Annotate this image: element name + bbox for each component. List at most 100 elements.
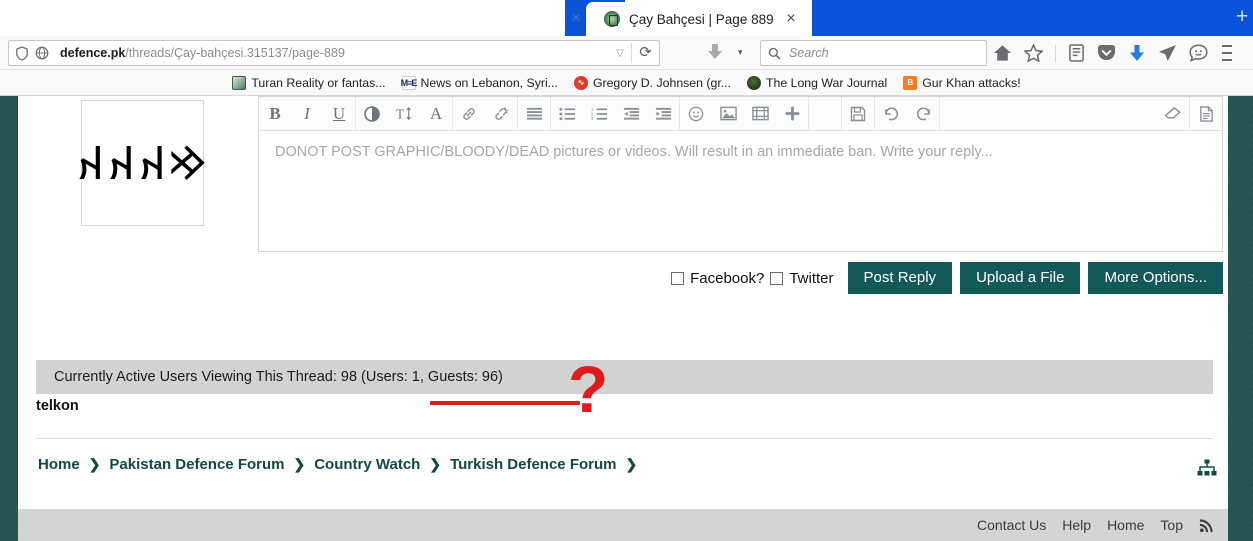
partial-tab-close-icon[interactable]: × [571,9,581,26]
footer-link-contact-us[interactable]: Contact Us [977,517,1046,533]
save-draft-icon[interactable] [842,97,874,131]
url-path: /threads/Çay-bahçesi.315137/page-889 [125,46,345,60]
underline-icon[interactable]: U [323,97,355,131]
smiley-icon[interactable] [680,97,712,131]
chevron-right-icon: ❯ [625,456,638,472]
insert-video-icon[interactable] [744,97,776,131]
outdent-icon[interactable] [615,97,647,131]
checkbox-box[interactable] [770,271,784,285]
bullet-list-icon[interactable] [551,97,583,131]
editor-group-gap [809,96,842,131]
reply-actions-row: Facebook? Twitter Post Reply Upload a Fi… [258,262,1223,294]
sitemap-icon[interactable] [1197,459,1217,482]
insert-image-icon[interactable] [712,97,744,131]
font-family-icon[interactable]: A [420,97,452,131]
bookmarks-bar: Turan Reality or fantas... M≡E News on L… [0,70,1253,96]
breadcrumb: Home ❯ Pakistan Defence Forum ❯ Country … [38,456,637,473]
editor-toolbar-spacer [940,97,1157,131]
bookmark-item[interactable]: M≡E News on Lebanon, Syri... [401,75,558,90]
pocket-icon[interactable] [1097,44,1116,62]
editor-group-draft [842,96,875,131]
chevron-right-icon: ❯ [88,456,101,472]
chevron-right-icon: ❯ [293,456,306,472]
rss-icon[interactable] [1199,518,1214,533]
draft-icon[interactable] [1190,97,1222,131]
insert-link-icon[interactable] [453,97,485,131]
checkbox-box[interactable] [671,271,685,285]
bookmark-label: The Long War Journal [766,75,888,90]
chevron-down-icon[interactable]: ▽ [609,48,631,59]
annotation-question-mark: ? [568,352,609,426]
twitter-label: Twitter [789,269,834,287]
breadcrumb-item-pakistan-defence-forum[interactable]: Pakistan Defence Forum [109,456,284,473]
facebook-share-checkbox[interactable]: Facebook? [671,270,764,287]
downloads-icon[interactable] [1128,44,1146,63]
search-bar[interactable]: Search [760,40,987,66]
bookmark-item[interactable]: The Long War Journal [747,75,888,90]
undo-icon[interactable] [875,97,907,131]
close-icon[interactable]: × [782,10,800,28]
new-tab-button[interactable]: + [1236,6,1253,27]
unlink-icon[interactable] [485,97,517,131]
active-users-bar: Currently Active Users Viewing This Thre… [36,360,1213,394]
menu-icon[interactable] [1220,44,1234,62]
downloads-arrow-icon[interactable] [706,42,724,67]
shield-icon[interactable] [15,45,29,61]
twitter-share-checkbox[interactable]: Twitter [770,269,834,287]
bookmark-item[interactable]: B Gur Khan attacks! [903,75,1021,90]
editor-toolbar: B I U T A 1 2 3 [259,96,1222,131]
home-icon[interactable] [993,44,1012,62]
bookmark-label: Gur Khan attacks! [922,75,1021,90]
italic-icon[interactable]: I [291,97,323,131]
font-size-icon[interactable]: T [388,97,420,131]
send-tab-icon[interactable] [1158,44,1177,62]
bookmark-label: Turan Reality or fantas... [251,75,386,90]
more-options-button[interactable]: More Options... [1088,262,1223,294]
browser-tab-active[interactable]: Çay Bahçesi | Page 889 × [586,2,812,36]
footer-link-help[interactable]: Help [1062,517,1091,533]
editor-group-lists: 123 [551,96,680,131]
editor-group-align [518,96,551,131]
page-footer: Contact Us Help Home Top [18,509,1228,541]
svg-text:T: T [396,106,404,121]
breadcrumb-item-turkish-defence-forum[interactable]: Turkish Defence Forum [450,456,616,473]
text-color-icon[interactable] [356,97,388,131]
footer-link-top[interactable]: Top [1160,517,1183,533]
library-icon[interactable] [1068,44,1085,62]
toolbar-separator [1055,44,1056,62]
indent-icon[interactable] [647,97,679,131]
align-left-icon[interactable] [518,97,550,131]
active-user-list[interactable]: telkon [36,398,79,414]
bold-icon[interactable]: B [259,97,291,131]
editor-group-preview [1190,97,1222,131]
red-circle-icon: ∿ [573,75,588,90]
active-users-summary: Currently Active Users Viewing This Thre… [54,369,503,385]
smiley-feedback-icon[interactable] [1189,44,1208,62]
numbered-list-icon[interactable]: 123 [583,97,615,131]
upload-file-button[interactable]: Upload a File [960,262,1081,294]
globe-info-icon[interactable] [35,46,49,60]
post-reply-button[interactable]: Post Reply [847,262,953,294]
reply-textarea[interactable]: DONOT POST GRAPHIC/BLOODY/DEAD pictures … [259,131,1222,251]
downloads-caret-icon[interactable]: ▾ [738,47,743,58]
search-input[interactable]: Search [789,46,829,60]
bookmark-item[interactable]: ∿ Gregory D. Johnsen (gr... [573,75,731,90]
bookmark-star-icon[interactable] [1024,44,1043,62]
more-media-icon[interactable] [776,97,808,131]
url-text[interactable]: defence.pk/threads/Çay-bahçesi.315137/pa… [60,46,609,60]
url-bar[interactable]: defence.pk/threads/Çay-bahçesi.315137/pa… [8,40,660,66]
editor-group-link [453,96,518,131]
reply-editor[interactable]: B I U T A 1 2 3 DONOT POST GRAPHIC/BLOOD… [258,96,1223,252]
redo-icon[interactable] [907,97,939,131]
footer-link-home[interactable]: Home [1107,517,1144,533]
search-icon [768,47,781,60]
reload-icon[interactable]: ⟳ [631,43,659,63]
avatar[interactable]: 𐰢𐰴𐰴𐰴 [77,100,205,226]
bookmark-item[interactable]: Turan Reality or fantas... [232,75,386,90]
breadcrumb-item-home[interactable]: Home [38,456,80,473]
browser-toolbar-icons [993,38,1234,68]
eraser-icon[interactable] [1157,97,1189,131]
editor-gap-slot [809,97,841,131]
breadcrumb-item-country-watch[interactable]: Country Watch [314,456,420,473]
turan-icon [232,75,247,90]
